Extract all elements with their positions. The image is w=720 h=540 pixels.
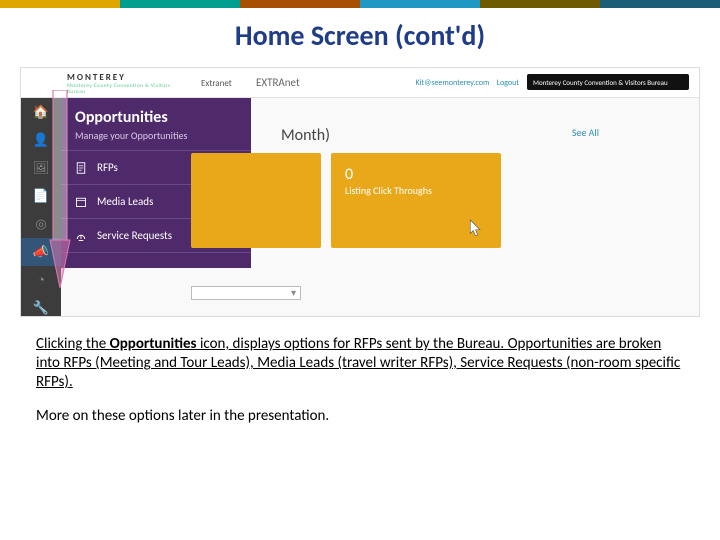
opportunities-icon[interactable]: 📣 — [21, 238, 61, 266]
flyout-item-label: Media Leads — [97, 195, 153, 208]
service-icon — [75, 230, 87, 242]
reports-icon[interactable]: ◔ — [21, 266, 61, 294]
logo-tagline: Monterey County Convention & Visitors Bu… — [67, 83, 177, 95]
nav-iconbar: 🏠 👤 🖼 📄 ◎ 📣 ◔ 🔧 — [21, 98, 61, 316]
logo-brand: MONTEREY — [67, 72, 177, 83]
stripe-seg — [360, 0, 480, 8]
stripe-seg — [120, 0, 240, 8]
stripe-seg — [0, 0, 120, 8]
text: Clicking the — [36, 335, 110, 353]
period-label: Month) — [281, 126, 330, 145]
screenshot-mock: MONTEREY Monterey County Convention & Vi… — [20, 67, 700, 317]
color-stripe — [0, 0, 720, 8]
stripe-seg — [600, 0, 720, 8]
paragraph-1: Clicking the Opportunities icon, display… — [36, 335, 684, 393]
extranet-label-large: EXTRAnet — [256, 76, 300, 89]
stat-card-blank — [191, 153, 321, 248]
stripe-seg — [480, 0, 600, 8]
doc-icon — [75, 162, 87, 174]
flyout-subtitle: Manage your Opportunities — [61, 129, 251, 151]
stat-card-listing-clicks[interactable]: 0 Listing Click Throughs — [331, 153, 501, 248]
user-area: Kit@seemonterey.com Logout — [415, 78, 519, 88]
flyout-item-label: RFPs — [97, 161, 118, 174]
dropdown-placeholder[interactable] — [191, 286, 301, 300]
cursor-icon — [465, 218, 483, 240]
logout-link[interactable]: Logout — [497, 78, 519, 88]
logo: MONTEREY Monterey County Convention & Vi… — [67, 72, 177, 94]
see-all-link[interactable]: See All — [572, 126, 599, 139]
strong-opportunities: Opportunities — [110, 335, 197, 353]
stat-value: 0 — [345, 165, 487, 184]
profile-icon[interactable]: 👤 — [21, 126, 61, 154]
user-email-link[interactable]: Kit@seemonterey.com — [415, 78, 489, 88]
calendar-icon — [75, 196, 87, 208]
home-icon[interactable]: 🏠 — [21, 98, 61, 126]
target-icon[interactable]: ◎ — [21, 210, 61, 238]
slide-title: Home Screen (cont'd) — [0, 18, 720, 53]
app-header: MONTEREY Monterey County Convention & Vi… — [21, 68, 699, 98]
extranet-label-small: Extranet — [201, 78, 232, 89]
media-icon[interactable]: 🖼 — [21, 154, 61, 182]
paragraph-2: More on these options later in the prese… — [36, 407, 684, 426]
settings-icon[interactable]: 🔧 — [21, 294, 61, 317]
misc-icon[interactable]: 📄 — [21, 182, 61, 210]
slide-body: Clicking the Opportunities icon, display… — [36, 335, 684, 426]
flyout-item-label: Service Requests — [97, 229, 172, 242]
flyout-title: Opportunities — [61, 98, 251, 129]
stripe-seg — [240, 0, 360, 8]
org-selector[interactable]: Monterey County Convention & Visitors Bu… — [527, 74, 689, 90]
stat-label: Listing Click Throughs — [345, 184, 487, 197]
